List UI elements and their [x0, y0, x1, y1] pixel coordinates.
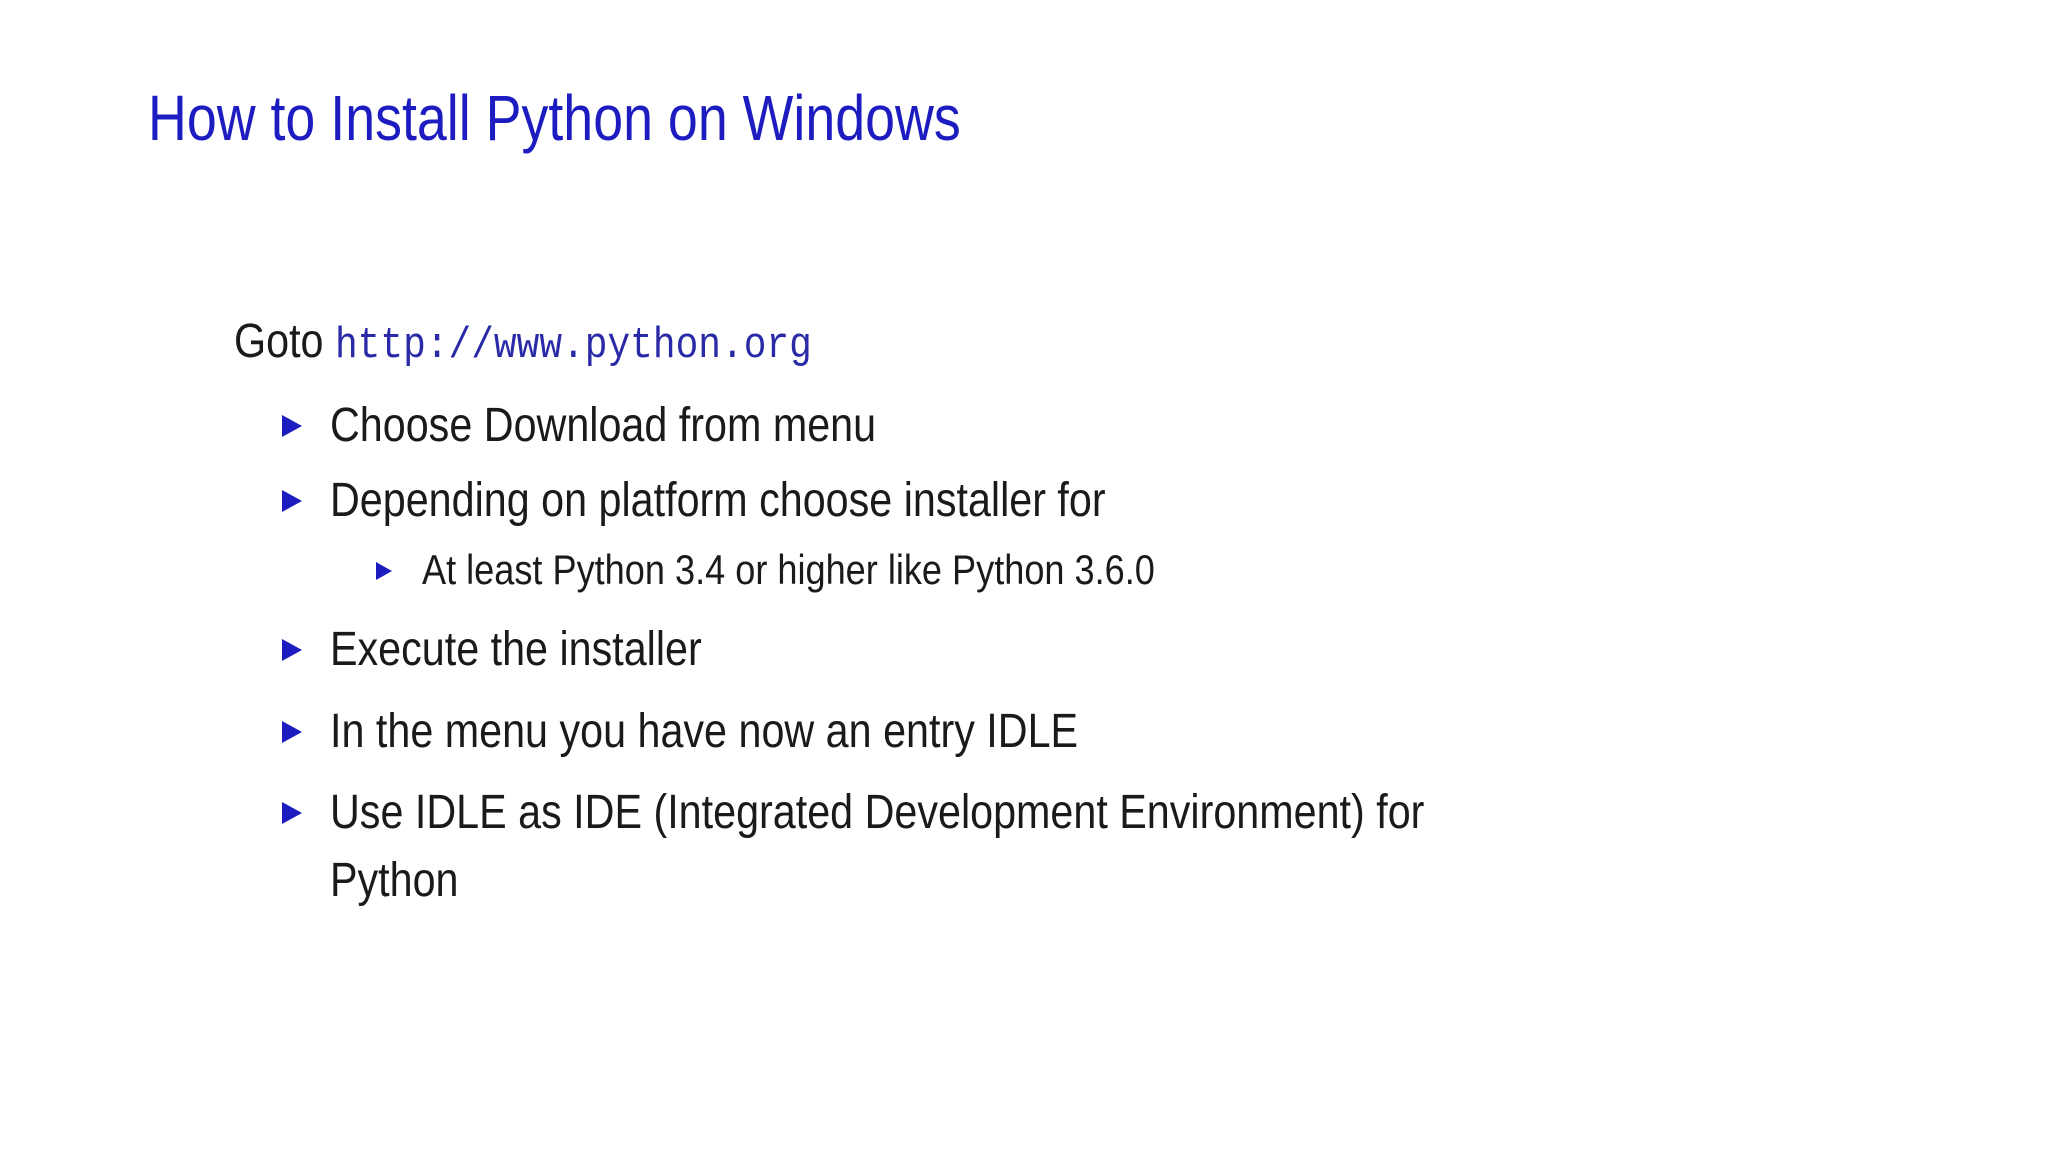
bullet-triangle-icon — [282, 490, 302, 512]
list-item-text: Use IDLE as IDE (Integrated Development … — [330, 779, 1424, 915]
list-item-text: In the menu you have now an entry IDLE — [330, 705, 1079, 758]
list-item-text: Choose Download from menu — [330, 399, 877, 452]
list-item-text-line-2: Python — [330, 854, 459, 907]
bullet-triangle-icon — [376, 562, 392, 580]
python-url-link[interactable]: http://www.python.org — [335, 321, 812, 371]
bullet-triangle-icon — [282, 721, 302, 743]
slide-title: How to Install Python on Windows — [148, 82, 961, 154]
bullet-triangle-icon — [282, 639, 302, 661]
list-item-text: Depending on platform choose installer f… — [330, 474, 1106, 527]
bullet-triangle-icon — [282, 802, 302, 824]
slide: How to Install Python on Windows Goto ht… — [0, 0, 2048, 1152]
intro-line: Goto http://www.python.org — [234, 312, 812, 376]
bullet-triangle-icon — [282, 415, 302, 437]
list-item-text: Execute the installer — [330, 623, 702, 676]
sub-list-item-text: At least Python 3.4 or higher like Pytho… — [422, 546, 1155, 593]
list-item-text-line-1: Use IDLE as IDE (Integrated Development … — [330, 786, 1425, 839]
intro-prefix: Goto — [234, 315, 335, 368]
